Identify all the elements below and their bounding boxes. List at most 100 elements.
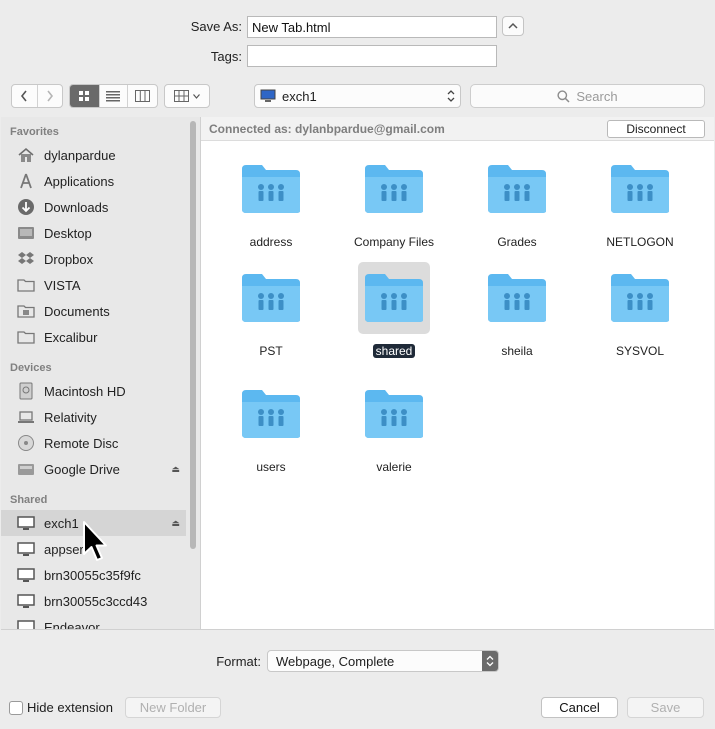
devices-header: Devices — [10, 362, 52, 374]
folder-label: address — [249, 235, 293, 249]
folder-users[interactable]: users — [211, 378, 331, 474]
tags-input[interactable] — [247, 45, 497, 67]
sidebar-item-macintosh-hd[interactable]: Macintosh HD — [1, 378, 186, 404]
documents-icon — [16, 301, 36, 321]
network-computer-icon — [260, 89, 276, 103]
view-mode-control — [69, 84, 158, 108]
format-popup[interactable]: Webpage, Complete — [267, 650, 499, 672]
sidebar-item-google-drive[interactable]: Google Drive ⏏ — [1, 456, 186, 482]
list-icon — [106, 90, 121, 101]
monitor-icon — [16, 539, 36, 559]
folder-shared[interactable]: shared — [334, 262, 454, 358]
location-popup[interactable]: exch1 — [254, 84, 461, 108]
desktop-icon — [16, 223, 36, 243]
applications-icon — [16, 171, 36, 191]
sidebar-item-remote-disc[interactable]: Remote Disc — [1, 430, 186, 456]
monitor-icon — [16, 617, 36, 629]
folder-label: SYSVOL — [615, 344, 665, 358]
search-placeholder: Search — [576, 88, 618, 104]
sidebar-item-dropbox[interactable]: Dropbox — [1, 246, 186, 272]
bottom-divider — [1, 629, 714, 630]
sidebar-item-label: brn30055c3ccd43 — [44, 593, 148, 609]
format-value: Webpage, Complete — [276, 653, 395, 669]
sidebar-item-brn30055c35f9fc[interactable]: brn30055c35f9fc — [1, 562, 186, 588]
chevron-left-icon — [21, 90, 27, 102]
sidebar-item-label: brn30055c35f9fc — [44, 567, 141, 583]
sidebar-item-endeavor[interactable]: Endeavor — [1, 614, 186, 629]
sidebar-item-applications[interactable]: Applications — [1, 168, 186, 194]
back-button[interactable] — [12, 85, 38, 107]
save-button[interactable]: Save — [627, 697, 704, 718]
folder-label: PST — [259, 344, 283, 358]
chevron-down-icon — [193, 93, 200, 99]
folder-label: sheila — [501, 344, 533, 358]
eject-icon[interactable]: ⏏ — [171, 464, 180, 475]
shared-folder-icon — [358, 262, 430, 334]
eject-icon[interactable]: ⏏ — [171, 518, 180, 529]
folder-sheila[interactable]: sheila — [457, 262, 577, 358]
save-as-label: Save As: — [190, 19, 242, 34]
location-label: exch1 — [282, 88, 317, 104]
sidebar-item-label: Relativity — [44, 409, 97, 425]
new-folder-button[interactable]: New Folder — [125, 697, 221, 718]
folder-label: Grades — [497, 235, 537, 249]
shared-folder-icon — [481, 153, 553, 225]
sidebar-item-dylanpardue[interactable]: dylanpardue — [1, 142, 186, 168]
grid-icon — [79, 91, 90, 101]
tags-label: Tags: — [210, 49, 242, 64]
shared-folder-icon — [604, 153, 676, 225]
sidebar-item-excalibur[interactable]: Excalibur — [1, 324, 186, 350]
monitor-icon — [16, 513, 36, 533]
icon-view-button[interactable] — [70, 85, 100, 107]
up-down-arrows-icon — [482, 651, 498, 671]
home-icon — [16, 145, 36, 165]
folder-grades[interactable]: Grades — [457, 153, 577, 249]
sidebar-item-label: Google Drive — [44, 461, 120, 477]
sidebar-item-label: exch1 — [44, 515, 79, 531]
sidebar-item-brn30055c3ccd43[interactable]: brn30055c3ccd43 — [1, 588, 186, 614]
folder-company-files[interactable]: Company Files — [334, 153, 454, 249]
arrange-grid-icon — [174, 90, 189, 102]
folder-pst[interactable]: PST — [211, 262, 331, 358]
search-icon — [557, 89, 570, 103]
mouse-cursor-icon — [83, 521, 107, 561]
sidebar-item-label: Macintosh HD — [44, 383, 126, 399]
sidebar-item-label: dylanpardue — [44, 147, 116, 163]
sidebar-item-desktop[interactable]: Desktop — [1, 220, 186, 246]
sidebar-scrollbar[interactable] — [190, 121, 196, 549]
folder-sysvol[interactable]: SYSVOL — [580, 262, 700, 358]
monitor-icon — [16, 591, 36, 611]
back-forward-control — [11, 84, 63, 108]
sidebar-item-documents[interactable]: Documents — [1, 298, 186, 324]
folder-valerie[interactable]: valerie — [334, 378, 454, 474]
dropbox-icon — [16, 249, 36, 269]
sidebar-item-vista[interactable]: VISTA — [1, 272, 186, 298]
folder-icon — [16, 327, 36, 347]
shared-folder-icon — [481, 262, 553, 334]
save-as-input[interactable] — [247, 16, 497, 38]
shared-folder-icon — [235, 153, 307, 225]
sidebar-item-label: Documents — [44, 303, 110, 319]
cancel-button[interactable]: Cancel — [541, 697, 618, 718]
list-view-button[interactable] — [100, 85, 129, 107]
expand-dialog-button[interactable] — [502, 16, 524, 36]
column-view-button[interactable] — [128, 85, 157, 107]
hide-extension-checkbox[interactable] — [9, 701, 23, 715]
search-field[interactable]: Search — [470, 84, 705, 108]
up-down-arrows-icon — [447, 89, 455, 103]
folder-label: users — [256, 460, 286, 474]
folder-label: valerie — [376, 460, 412, 474]
sidebar-item-label: appser — [44, 541, 84, 557]
folder-netlogon[interactable]: NETLOGON — [580, 153, 700, 249]
forward-button[interactable] — [38, 85, 63, 107]
sidebar-item-label: VISTA — [44, 277, 81, 293]
sidebar-item-relativity[interactable]: Relativity — [1, 404, 186, 430]
connected-as-text: Connected as: dylanbpardue@gmail.com — [209, 122, 445, 136]
shared-folder-icon — [235, 378, 307, 450]
sidebar-item-label: Excalibur — [44, 329, 98, 345]
sidebar-item-downloads[interactable]: Downloads — [1, 194, 186, 220]
arrange-menu-button[interactable] — [164, 84, 210, 108]
downloads-icon — [16, 197, 36, 217]
disconnect-button[interactable]: Disconnect — [607, 120, 705, 138]
folder-address[interactable]: address — [211, 153, 331, 249]
